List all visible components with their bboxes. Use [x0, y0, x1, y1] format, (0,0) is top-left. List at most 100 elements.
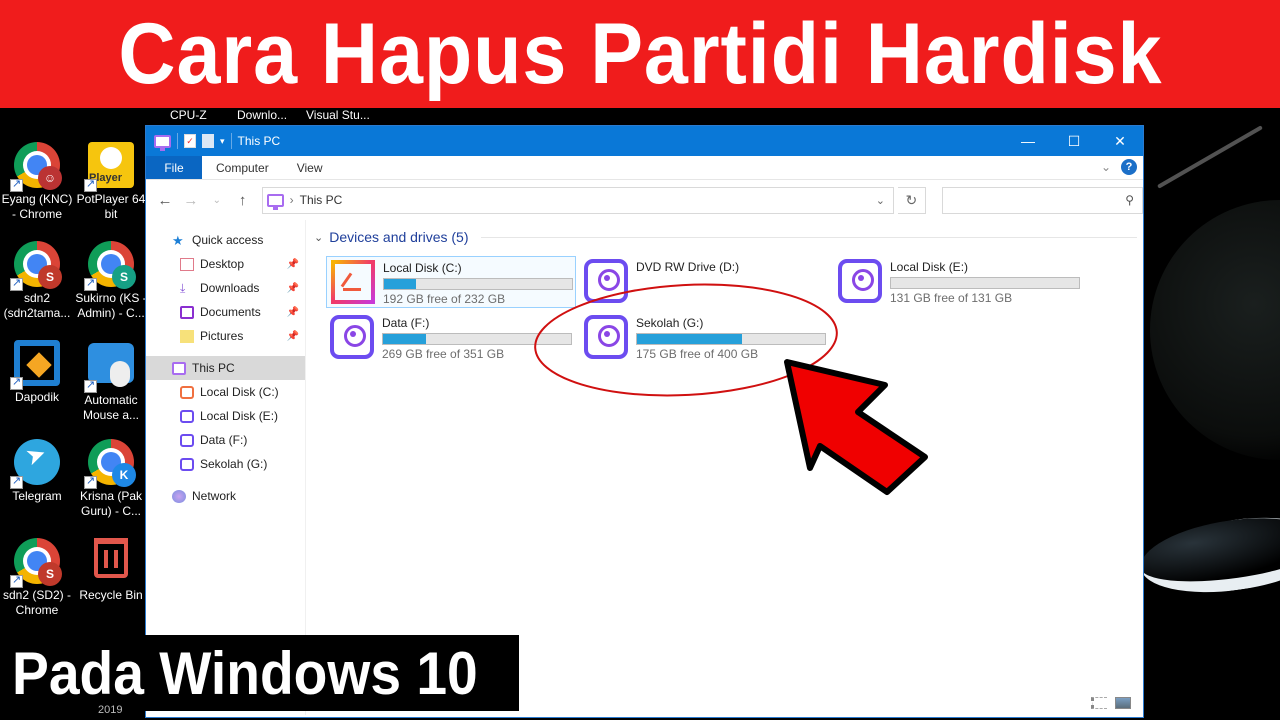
breadcrumb-this-pc[interactable]: This PC: [300, 193, 343, 207]
pin-icon[interactable]: 📌: [287, 283, 299, 294]
desktop-folder-icon: [180, 257, 194, 271]
desktop-icon-telegram[interactable]: Telegram: [0, 439, 74, 504]
desktop-icon-dapodik[interactable]: Dapodik: [0, 340, 74, 405]
title-bar[interactable]: ✓ ▾ This PC — ☐ ✕: [146, 126, 1143, 156]
sidebar-item-data-f[interactable]: Data (F:): [146, 428, 305, 452]
desktop-icon-eyang-chrome[interactable]: ☺ Eyang (KNC) - Chrome: [0, 142, 74, 222]
documents-icon: [180, 305, 194, 319]
breadcrumb-separator[interactable]: ›: [290, 193, 294, 207]
minimize-button[interactable]: —: [1005, 126, 1051, 156]
properties-icon[interactable]: ✓: [184, 134, 196, 148]
close-button[interactable]: ✕: [1097, 126, 1143, 156]
group-divider: [480, 236, 1137, 238]
drive-free-space: 131 GB free of 131 GB: [890, 291, 1013, 305]
expand-ribbon-icon[interactable]: ⌄: [1101, 160, 1111, 174]
drive-name: DVD RW Drive (D:): [636, 260, 740, 274]
desktop-label-cpuz[interactable]: CPU-Z: [170, 108, 207, 122]
drive-icon: [584, 315, 628, 359]
group-header-devices[interactable]: ⌄ Devices and drives (5): [314, 228, 1143, 246]
help-icon[interactable]: ?: [1121, 159, 1137, 175]
drive-info: Local Disk (C:) 192 GB free of 232 GB: [383, 260, 573, 306]
shortcut-arrow-icon: [84, 378, 97, 393]
drive-tile-dvd-rw-drive-d[interactable]: DVD RW Drive (D:): [580, 256, 830, 308]
pin-icon[interactable]: 📌: [287, 307, 299, 318]
sidebar-item-pictures[interactable]: Pictures 📌: [146, 324, 305, 348]
sidebar-item-label: This PC: [192, 361, 235, 375]
sidebar-item-local-disk-c[interactable]: Local Disk (C:): [146, 380, 305, 404]
sidebar-item-documents[interactable]: Documents 📌: [146, 300, 305, 324]
drive-icon: [180, 433, 194, 447]
shortcut-arrow-icon: [84, 474, 97, 489]
drive-tile-local-disk-c[interactable]: Local Disk (C:) 192 GB free of 232 GB: [326, 256, 576, 308]
customize-toolbar-dropdown-icon[interactable]: ▾: [220, 136, 225, 147]
desktop-icon-label: Recycle Bin: [79, 588, 143, 602]
sidebar-item-sekolah-g[interactable]: Sekolah (G:): [146, 452, 305, 476]
system-drive-icon: [331, 260, 375, 304]
pin-icon[interactable]: 📌: [287, 331, 299, 342]
drive-info: Data (F:) 269 GB free of 351 GB: [382, 315, 572, 361]
desktop: Cara Hapus Partidi Hardisk CPU-Z Downlo.…: [0, 0, 1280, 720]
desktop-label-downloads[interactable]: Downlo...: [237, 108, 287, 122]
background-saucer: [1136, 507, 1280, 603]
sidebar-item-label: Sekolah (G:): [200, 457, 268, 471]
shortcut-arrow-icon: [10, 276, 23, 291]
drive-info: Local Disk (E:) 131 GB free of 131 GB: [890, 259, 1080, 305]
keyboard-mouse-icon: [88, 343, 134, 387]
profile-badge: S: [38, 562, 62, 586]
sidebar-item-label: Downloads: [200, 281, 260, 295]
sidebar-item-label: Data (F:): [200, 433, 248, 447]
sidebar-item-label: Documents: [200, 305, 261, 319]
drive-usage-bar: [890, 277, 1080, 289]
desktop-icon-sdn2-chrome[interactable]: S sdn2 (sdn2tama...: [0, 241, 74, 321]
address-dropdown-icon[interactable]: ⌄: [876, 194, 885, 207]
search-input[interactable]: ⚲: [941, 186, 1143, 214]
sidebar-item-label: Pictures: [200, 329, 244, 343]
desktop-icon-potplayer[interactable]: PotPlayer 64 bit: [74, 142, 148, 222]
drive-tile-local-disk-e[interactable]: Local Disk (E:) 131 GB free of 131 GB: [834, 256, 1084, 308]
recent-locations-button[interactable]: ⌄: [206, 195, 228, 206]
file-explorer-window: ✓ ▾ This PC — ☐ ✕ File Computer View ⌄ ?…: [145, 125, 1144, 718]
background-moon: [1150, 200, 1280, 460]
desktop-icon-sdn2-sd2-chrome[interactable]: S sdn2 (SD2) - Chrome: [0, 538, 74, 618]
sidebar-item-downloads[interactable]: ⤓ Downloads 📌: [146, 276, 305, 300]
back-button[interactable]: ←: [154, 192, 176, 209]
desktop-icon-sukirno-chrome[interactable]: S Sukirno (KS - Admin) - C...: [74, 241, 148, 321]
banner-title: Cara Hapus Partidi Hardisk: [117, 6, 1163, 102]
drive-usage-bar: [383, 278, 573, 290]
desktop-icon-recycle-bin[interactable]: Recycle Bin: [74, 538, 148, 603]
sidebar-item-desktop[interactable]: Desktop 📌: [146, 252, 305, 276]
drive-name: Local Disk (E:): [890, 260, 969, 274]
desktop-icon-krisna-chrome[interactable]: K Krisna (Pak Guru) - C...: [74, 439, 148, 519]
drive-tile-sekolah-g[interactable]: Sekolah (G:) 175 GB free of 400 GB: [580, 312, 830, 364]
caption-text: Pada Windows 10: [12, 639, 478, 707]
drive-tile-data-f[interactable]: Data (F:) 269 GB free of 351 GB: [326, 312, 576, 364]
sidebar-item-network[interactable]: Network: [146, 484, 305, 508]
desktop-icon-automatic-mouse[interactable]: Automatic Mouse a...: [74, 340, 148, 423]
desktop-icon-label: sdn2 (sdn2tama...: [3, 291, 71, 320]
sidebar-item-label: Network: [192, 489, 237, 503]
window-title: This PC: [237, 134, 281, 148]
address-bar[interactable]: › This PC ⌄: [261, 186, 894, 214]
profile-badge: S: [112, 265, 136, 289]
sidebar-item-local-disk-e[interactable]: Local Disk (E:): [146, 404, 305, 428]
new-folder-icon[interactable]: [202, 134, 214, 148]
tab-file[interactable]: File: [146, 156, 202, 179]
large-icons-view-icon[interactable]: [1115, 697, 1131, 709]
sidebar-item-quick-access[interactable]: ★ Quick access: [146, 228, 305, 252]
collapse-chevron-icon[interactable]: ⌄: [314, 231, 323, 244]
sidebar-item-this-pc[interactable]: This PC: [146, 356, 305, 380]
desktop-icon-label: Dapodik: [14, 390, 60, 404]
background-decor: [1157, 125, 1263, 189]
tab-computer[interactable]: Computer: [202, 156, 283, 179]
navigation-bar: ← → ⌄ ↑ › This PC ⌄ ↻ ⚲: [146, 180, 1143, 220]
tab-view[interactable]: View: [283, 156, 337, 179]
refresh-button[interactable]: ↻: [897, 186, 926, 214]
forward-button[interactable]: →: [180, 192, 202, 209]
group-header-label: Devices and drives (5): [329, 229, 469, 245]
details-view-icon[interactable]: [1091, 697, 1107, 709]
pin-icon[interactable]: 📌: [287, 259, 299, 270]
desktop-label-visual-studio[interactable]: Visual Stu...: [306, 108, 370, 122]
desktop-icon-label: Krisna (Pak Guru) - C...: [79, 489, 143, 518]
up-button[interactable]: ↑: [232, 192, 254, 209]
maximize-button[interactable]: ☐: [1051, 126, 1097, 156]
